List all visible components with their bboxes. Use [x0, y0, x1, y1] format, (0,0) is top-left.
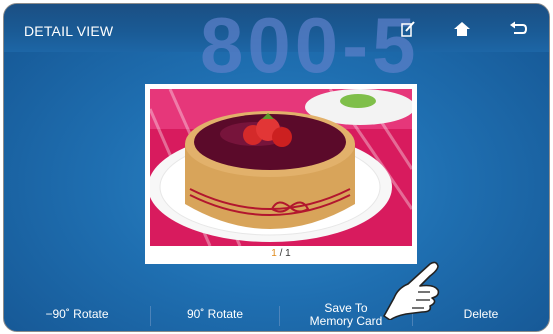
page-title: DETAIL VIEW	[24, 23, 114, 39]
rotate-left-label: −90˚ Rotate	[45, 307, 109, 321]
rotate-right-button[interactable]: 90˚ Rotate	[151, 298, 279, 331]
pointing-hand-icon	[383, 261, 440, 320]
back-button[interactable]	[504, 16, 532, 42]
edit-icon	[401, 21, 415, 37]
top-bar: DETAIL VIEW 800-5	[4, 4, 549, 89]
back-icon	[510, 21, 527, 34]
counter-total: 1	[285, 248, 291, 259]
photo-card: 1 / 1	[145, 84, 417, 264]
rotate-right-label: 90˚ Rotate	[186, 307, 244, 321]
home-button[interactable]	[448, 16, 476, 42]
screen-frame: DETAIL VIEW 800-5 1 / 1 −90˚ Rotate 90˚ …	[3, 3, 550, 332]
rotate-left-button[interactable]: −90˚ Rotate	[4, 298, 150, 331]
counter-current: 1	[271, 248, 277, 259]
delete-label: Delete	[463, 307, 499, 321]
save-label-line1: Save To	[324, 300, 368, 315]
action-bar: −90˚ Rotate 90˚ Rotate Save To Memory Ca…	[4, 298, 549, 331]
edit-button[interactable]	[394, 16, 422, 42]
watermark-text: 800-5	[200, 3, 420, 89]
counter-separator: /	[279, 248, 283, 259]
cake-photo[interactable]	[150, 89, 412, 246]
home-icon	[454, 22, 470, 36]
